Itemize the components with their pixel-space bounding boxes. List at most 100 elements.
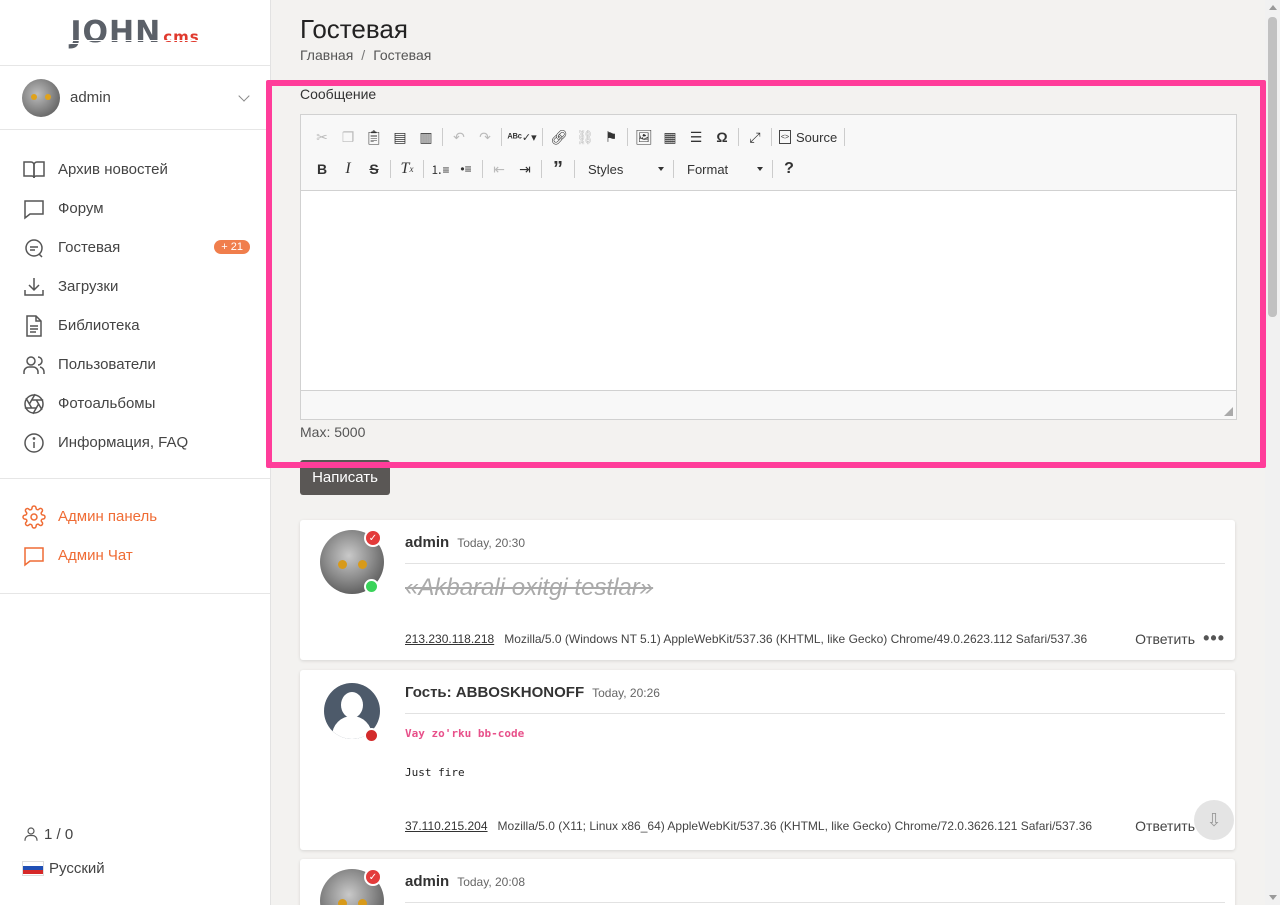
post-meta: 37.110.215.204 Mozilla/5.0 (X11; Linux x…	[405, 818, 1225, 834]
post-author[interactable]: admin Today, 20:08	[405, 873, 525, 890]
main-content: Гостевая Главная / Гостевая Сообщение ✂ ❐ …	[266, 0, 1266, 905]
chat-icon	[24, 199, 44, 220]
scrollbar-thumb[interactable]	[1268, 17, 1277, 317]
avatar	[22, 78, 60, 117]
source-label: Source	[796, 129, 838, 145]
bullet-list-icon[interactable]: •≡	[453, 156, 479, 182]
user-menu[interactable]: admin	[0, 66, 270, 130]
numbered-list-icon[interactable]: ⒈≡	[427, 156, 453, 182]
remove-format-icon[interactable]: Tx	[394, 156, 420, 182]
guestbook-icon	[25, 238, 43, 258]
reply-button[interactable]: Ответить	[1135, 631, 1195, 647]
aperture-icon	[24, 393, 44, 414]
nav-item-users[interactable]: Пользователи	[0, 345, 270, 384]
help-icon[interactable]: ?	[776, 156, 802, 182]
paste-icon[interactable]: 📋︎	[361, 124, 387, 150]
guestbook-count-badge: + 21	[214, 240, 250, 254]
nav-item-library[interactable]: Библиотека	[0, 306, 270, 345]
anchor-flag-icon[interactable]: ⚑	[598, 124, 624, 150]
logo[interactable]: JOHN cms	[0, 0, 270, 66]
admin-nav: Админ панель Админ Чат	[0, 479, 270, 594]
breadcrumb-home[interactable]: Главная	[300, 47, 353, 63]
nav-item-faq[interactable]: Информация, FAQ	[0, 423, 270, 462]
format-dropdown[interactable]: Format	[677, 157, 769, 181]
post-text: «Akbarali oxitgi testlar»	[405, 574, 654, 601]
special-char-icon[interactable]: Ω	[709, 124, 735, 150]
nav-item-photos[interactable]: Фотоальбомы	[0, 384, 270, 423]
nav-label: Пользователи	[58, 356, 156, 373]
styles-label: Styles	[588, 161, 624, 177]
source-icon: <>	[779, 130, 791, 144]
bold-icon[interactable]: B	[309, 156, 335, 182]
chevron-down-icon	[757, 167, 763, 171]
post-ip-link[interactable]: 213.230.118.218	[405, 632, 494, 646]
page-scrollbar[interactable]	[1265, 0, 1280, 905]
chat-icon	[24, 546, 44, 567]
reply-button[interactable]: Ответить	[1135, 818, 1195, 834]
scroll-down-button[interactable]: ⇩	[1194, 800, 1234, 840]
nav-label: Библиотека	[58, 317, 140, 334]
outdent-icon[interactable]: ⇤	[486, 156, 512, 182]
guestbook-post: ✓ admin Today, 20:30 «Akbarali oxitgi tes…	[300, 520, 1235, 660]
nav-label: Архив новостей	[58, 161, 168, 178]
spellcheck-icon[interactable]: ᴬᴮᶜ✓▾	[505, 124, 539, 150]
user-name: admin	[70, 89, 111, 106]
table-icon[interactable]: ▦	[657, 124, 683, 150]
guestbook-post: Гость: ABBOSKHONOFF Today, 20:26 Vay zo'r…	[300, 670, 1235, 850]
nav-item-admin-panel[interactable]: Админ панель	[0, 497, 270, 536]
redo-icon[interactable]: ↷	[472, 124, 498, 150]
breadcrumb-current: Гостевая	[373, 47, 432, 63]
horizontal-rule-icon[interactable]: ☰	[683, 124, 709, 150]
sidebar-footer: 1 / 0 Русский	[22, 822, 105, 880]
arrow-down-icon: ⇩	[1206, 809, 1222, 830]
post-time: Today, 20:08	[457, 875, 526, 889]
copy-icon[interactable]: ❐	[335, 124, 361, 150]
guestbook-post: ✓ admin Today, 20:08	[300, 859, 1235, 905]
italic-icon[interactable]: I	[335, 156, 361, 182]
cut-icon[interactable]: ✂	[309, 124, 335, 150]
undo-icon[interactable]: ↶	[446, 124, 472, 150]
post-code-highlight: Vay zo'rku bb-code	[405, 727, 525, 740]
indent-icon[interactable]: ⇥	[512, 156, 538, 182]
nav-item-guestbook[interactable]: Гостевая + 21	[0, 228, 270, 267]
users-icon	[23, 355, 45, 374]
chevron-down-icon	[238, 90, 250, 102]
breadcrumb: Главная / Гостевая	[300, 47, 432, 63]
message-editor-area[interactable]	[301, 191, 1236, 391]
download-icon	[24, 277, 44, 296]
paste-word-icon[interactable]: ▥	[413, 124, 439, 150]
link-icon[interactable]: 🔗︎	[546, 124, 572, 150]
maximize-icon[interactable]: ⤢	[742, 124, 768, 150]
nav-label: Админ Чат	[58, 547, 133, 564]
nav-item-admin-chat[interactable]: Админ Чат	[0, 536, 270, 575]
post-time: Today, 20:26	[592, 686, 660, 700]
page-title: Гостевая	[300, 14, 408, 44]
document-icon	[26, 314, 42, 337]
more-options-icon[interactable]: •••	[1195, 628, 1225, 649]
submit-button[interactable]: Написать	[300, 460, 390, 495]
unlink-icon[interactable]: ⛓	[572, 124, 598, 150]
strike-icon[interactable]: S	[361, 156, 387, 182]
nav-item-forum[interactable]: Форум	[0, 189, 270, 228]
gear-icon	[22, 504, 46, 529]
resize-handle-icon[interactable]	[1224, 407, 1233, 416]
nav-item-downloads[interactable]: Загрузки	[0, 267, 270, 306]
online-counter[interactable]: 1 / 0	[22, 822, 105, 846]
image-icon[interactable]: 🖼︎	[631, 124, 657, 150]
styles-dropdown[interactable]: Styles	[578, 157, 670, 181]
russia-flag-icon	[22, 860, 44, 876]
scroll-up-arrow-icon[interactable]	[1269, 5, 1277, 10]
chevron-down-icon	[658, 167, 664, 171]
scroll-down-arrow-icon[interactable]	[1269, 895, 1277, 900]
blockquote-icon[interactable]: ”	[545, 156, 571, 182]
user-icon	[24, 827, 38, 841]
online-status-icon	[364, 579, 379, 594]
source-button[interactable]: <> Source	[775, 124, 841, 150]
language-switcher[interactable]: Русский	[22, 856, 105, 880]
paste-text-icon[interactable]: ▤	[387, 124, 413, 150]
nav-item-news[interactable]: Архив новостей	[0, 150, 270, 189]
online-count: 1 / 0	[44, 825, 74, 843]
post-author[interactable]: admin Today, 20:30	[405, 534, 525, 551]
post-ip-link[interactable]: 37.110.215.204	[405, 819, 488, 833]
main-nav: Архив новостей Форум Гостевая + 21 Загру…	[0, 130, 270, 479]
